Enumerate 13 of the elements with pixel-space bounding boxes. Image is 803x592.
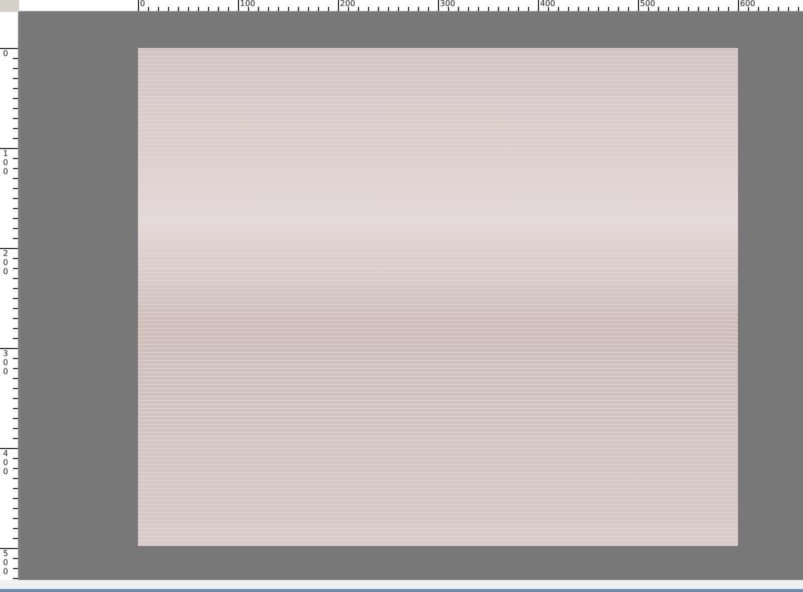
ruler-label: 500 <box>640 0 656 8</box>
ruler-label: 200 <box>340 0 356 8</box>
ruler-label: 200 <box>3 249 8 276</box>
ruler-label: 400 <box>3 449 8 476</box>
ruler-label: 300 <box>440 0 456 8</box>
ruler-label: 500 <box>3 549 8 576</box>
ruler-label: 100 <box>3 149 8 176</box>
ruler-label: 400 <box>540 0 556 8</box>
ruler-label: 0 <box>140 0 146 8</box>
ruler-label: 600 <box>740 0 756 8</box>
ruler-label: 300 <box>3 349 8 376</box>
ruler-label: 0 <box>3 49 8 58</box>
ruler-label: 100 <box>240 0 256 8</box>
